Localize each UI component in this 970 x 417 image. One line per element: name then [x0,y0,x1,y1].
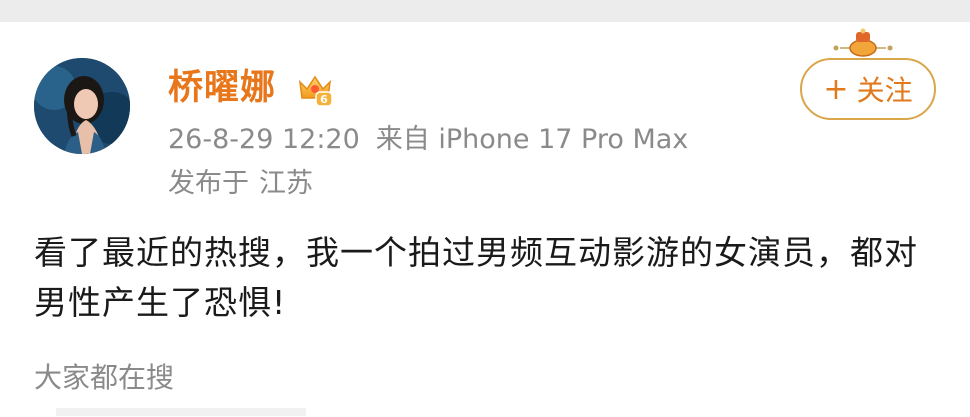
vip-crown-icon[interactable]: 6 [296,72,334,108]
follow-button-label: 关注 [856,74,913,107]
avatar[interactable] [34,58,130,154]
post-source: 来自 iPhone 17 Pro Max [375,124,689,155]
trending-searches-label[interactable]: 大家都在搜 [34,358,174,398]
post-body-text: 看了最近的热搜，我一个拍过男频互动影游的女演员，都对男性产生了恐惧! [34,233,918,322]
top-divider-strip [0,0,970,22]
location-prefix: 发布于 [168,168,249,199]
post-location: 江苏 [259,168,313,199]
plus-icon: + [823,71,849,107]
post-timestamp: 26-8-29 12:20 [168,124,360,155]
trending-placeholder-bar [56,408,306,416]
follow-decoration-icon [833,28,893,57]
follow-button[interactable]: + 关注 [800,58,936,120]
post-location-line: 发布于 江苏 [168,166,323,202]
vip-level-text: 6 [320,93,328,106]
avatar-image [34,58,130,154]
username[interactable]: 桥曜娜 [168,66,276,110]
post-card: 桥曜娜 6 26-8-29 12:20 来自 iPhone 17 Pro Max … [0,22,970,417]
post-meta: 26-8-29 12:20 来自 iPhone 17 Pro Max [168,122,704,158]
